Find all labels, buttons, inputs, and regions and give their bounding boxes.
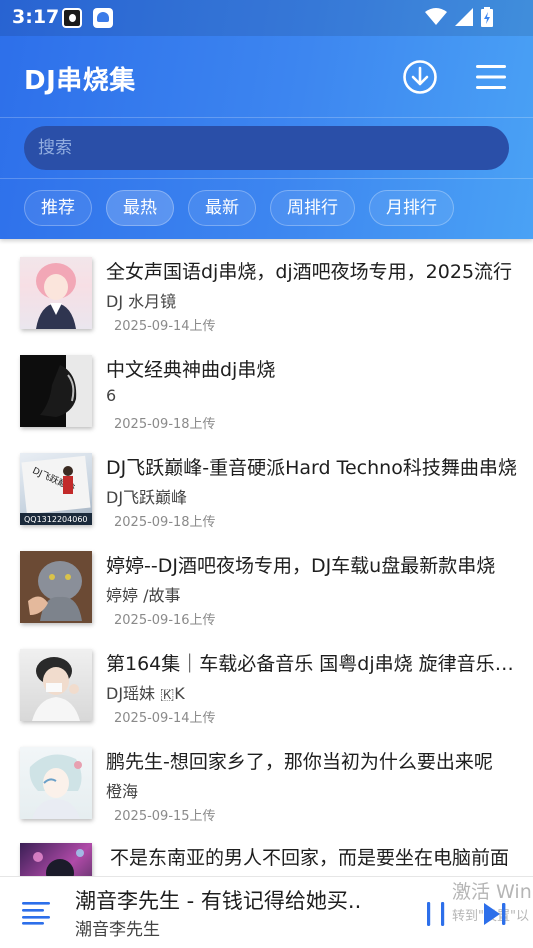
song-title: 鹏先生-想回家乡了，那你当初为什么要出来呢: [106, 751, 493, 773]
tab-hottest[interactable]: 最热: [106, 190, 174, 226]
song-artist: 6: [106, 386, 117, 405]
next-track-icon[interactable]: [482, 901, 508, 927]
song-cover: [20, 747, 92, 819]
song-artist: DJ飞跃巅峰: [106, 488, 188, 507]
app-title: DJ串烧集: [24, 66, 136, 96]
upload-date: 2025-09-14上传: [114, 711, 216, 726]
song-artist: 婷婷 /故事: [106, 586, 181, 605]
tab-weekly-ranking[interactable]: 周排行: [270, 190, 355, 226]
category-tabs: 推荐 最热 最新 周排行 月排行: [24, 190, 454, 226]
song-artist: DJ 水月镜: [106, 292, 177, 311]
song-artist: DJ瑶妹 🇰K: [106, 684, 185, 703]
list-item[interactable]: 全女声国语dj串烧，dj酒吧夜场专用，2025流行 DJ 水月镜 2025-09…: [0, 239, 533, 337]
list-item[interactable]: 鹏先生-想回家乡了，那你当初为什么要出来呢 橙海 2025-09-15上传: [0, 729, 533, 827]
now-playing-title: 潮音李先生 - 有钱记得给她买..: [75, 889, 362, 913]
song-artist: 橙海: [106, 782, 139, 801]
playlist-icon[interactable]: [22, 901, 52, 925]
list-item[interactable]: 婷婷--DJ酒吧夜场专用，DJ车载u盘最新款串烧 婷婷 /故事 2025-09-…: [0, 533, 533, 631]
song-cover: [20, 843, 92, 876]
app-header: 3:17 DJ串烧集 推荐 最热 最新: [0, 0, 533, 239]
song-title: DJ飞跃巅峰-重音硬派Hard Techno科技舞曲串烧: [106, 457, 517, 479]
song-cover: [20, 257, 92, 329]
status-time: 3:17: [12, 6, 60, 28]
wifi-icon: [425, 8, 447, 25]
app-notification-icon: [93, 8, 113, 28]
song-cover: [20, 649, 92, 721]
song-list: 全女声国语dj串烧，dj酒吧夜场专用，2025流行 DJ 水月镜 2025-09…: [0, 239, 533, 876]
signal-icon: [455, 8, 473, 26]
search-input[interactable]: [24, 126, 509, 170]
status-bar: 3:17: [0, 0, 533, 36]
status-indicators: [425, 7, 493, 27]
bilibili-notification-icon: [62, 8, 82, 28]
mini-player[interactable]: 潮音李先生 - 有钱记得给她买.. 潮音李先生 激活 Win 转到"设置"以: [0, 876, 533, 948]
activation-watermark: 激活 Win: [452, 881, 532, 903]
list-item[interactable]: 中文经典神曲dj串烧 6 2025-09-18上传: [0, 337, 533, 435]
cover-caption: QQ1312204060: [24, 515, 88, 524]
upload-date: 2025-09-15上传: [114, 809, 216, 824]
pause-icon[interactable]: [424, 901, 448, 927]
upload-date: 2025-09-14上传: [114, 319, 216, 334]
tab-recommended[interactable]: 推荐: [24, 190, 92, 226]
header-divider: [0, 117, 533, 118]
song-cover: [20, 355, 92, 427]
battery-icon: [481, 7, 493, 27]
menu-icon[interactable]: [474, 62, 508, 92]
download-icon[interactable]: [402, 59, 438, 95]
song-cover: [20, 551, 92, 623]
list-item[interactable]: 第164集｜车载必备音乐 国粤dj串烧 旋律音乐串烧 DJ瑶妹 🇰K 2025-…: [0, 631, 533, 729]
song-title: 第164集｜车载必备音乐 国粤dj串烧 旋律音乐串烧: [106, 653, 521, 675]
upload-date: 2025-09-16上传: [114, 613, 216, 628]
list-item[interactable]: DJ飞跃巅峰 QQ1312204060 DJ飞跃巅峰-重音硬派Hard Tech…: [0, 435, 533, 533]
upload-date: 2025-09-18上传: [114, 417, 216, 432]
tab-monthly-ranking[interactable]: 月排行: [369, 190, 454, 226]
song-title: 婷婷--DJ酒吧夜场专用，DJ车载u盘最新款串烧: [106, 555, 496, 577]
now-playing-artist: 潮音李先生: [75, 920, 160, 940]
song-title: 不是东南亚的男人不回家，而是要坐在电脑前面: [110, 847, 510, 869]
tab-newest[interactable]: 最新: [188, 190, 256, 226]
upload-date: 2025-09-18上传: [114, 515, 216, 530]
song-title: 中文经典神曲dj串烧: [106, 359, 276, 381]
list-item[interactable]: 不是东南亚的男人不回家，而是要坐在电脑前面: [0, 827, 533, 876]
song-cover: DJ飞跃巅峰 QQ1312204060: [20, 453, 92, 525]
song-title: 全女声国语dj串烧，dj酒吧夜场专用，2025流行: [106, 261, 513, 283]
search-divider: [0, 178, 533, 179]
